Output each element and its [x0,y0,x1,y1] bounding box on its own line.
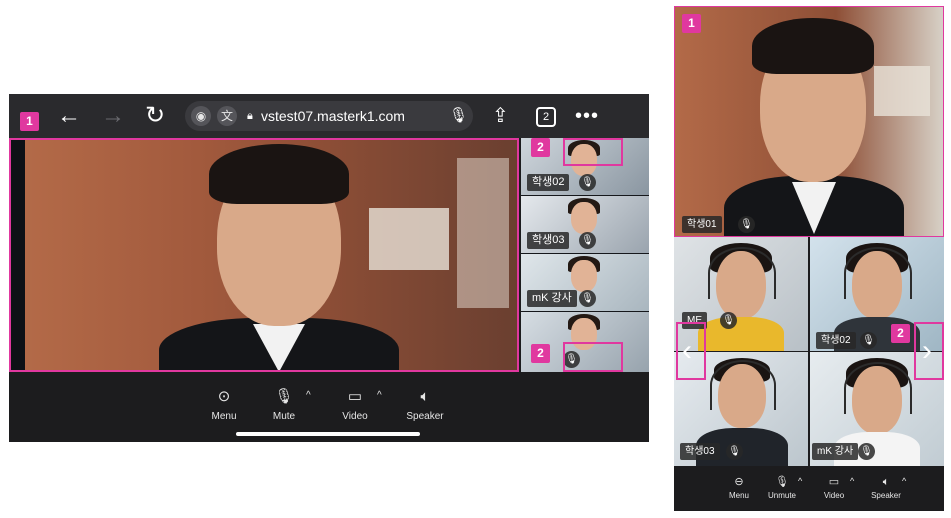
highlight-scroll-down [563,342,623,372]
microphone-icon[interactable]: 🎙︎ [449,101,468,131]
video-options-caret[interactable]: ^ [850,476,854,486]
mic-off-icon: 🎙︎ [579,174,596,191]
menu-button[interactable]: ⊖ Menu [716,476,762,501]
video-button[interactable]: ▭ Video [325,388,385,424]
speaker-icon: 🔈︎ [420,388,430,405]
video-options-caret[interactable]: ^ [377,390,382,401]
badge-2: 2 [531,344,550,363]
participant-strip[interactable]: 학생02 🎙︎ 학생03 🎙︎ mK 강사 🎙︎ 🎙︎ [521,138,649,372]
mic-off-icon: 🎙︎ [579,290,596,307]
highlight-main-video [9,138,519,372]
mute-options-caret[interactable]: ^ [798,476,802,486]
main-video[interactable] [9,138,519,372]
speaker-options-caret[interactable]: ^ [902,476,906,486]
participant-tile[interactable]: mK 강사 🎙︎ [521,254,649,311]
badge-2: 2 [531,138,550,157]
participant-name: mK 강사 [812,443,859,460]
badge-1: 1 [682,14,701,33]
speaker-button[interactable]: 🔈︎ Speaker [395,388,455,424]
participant-tile[interactable]: 학생03 🎙︎ [521,196,649,253]
mic-off-icon: 🎙︎ [726,443,743,460]
mic-off-icon: 🎙︎ [579,232,596,249]
mic-off-icon: 🎙︎ [860,332,877,349]
mute-options-caret[interactable]: ^ [306,390,311,401]
landscape-screenshot: ← → ↻ ◉ 文 🔒︎ vstest07.masterk1.com 🎙︎ ⇪ … [9,94,649,442]
browser-toolbar: ← → ↻ ◉ 文 🔒︎ vstest07.masterk1.com 🎙︎ ⇪ … [9,94,649,138]
badge-2: 2 [891,324,910,343]
badge-1: 1 [20,112,39,131]
microphone-icon: 🎙︎ [274,388,294,405]
participant-name: 학생02 [527,174,570,191]
url-text: vstest07.masterk1.com [261,108,405,124]
camera-icon: ▭ [347,388,363,405]
home-indicator [236,432,420,436]
participant-name: mK 강사 [527,290,577,307]
lock-icon: 🔒︎ [247,110,253,122]
menu-dots-icon: ⊙ [217,388,231,405]
mic-off-icon: 🎙︎ [720,312,737,329]
mute-button[interactable]: 🎙︎ Mute [254,388,314,424]
forward-icon[interactable]: → [101,94,125,138]
highlight-scroll-up [563,138,623,166]
main-video[interactable]: 학생01 🎙︎ [674,6,944,237]
participant-name: 학생03 [680,443,720,460]
menu-dots-icon: ⊖ [734,476,744,488]
participant-name: 학생02 [816,332,856,349]
address-bar[interactable]: ◉ 文 🔒︎ vstest07.masterk1.com 🎙︎ [185,101,473,131]
participant-name: 학생03 [527,232,570,249]
mic-off-icon: 🎙︎ [858,443,875,460]
highlight-main-video [674,6,944,237]
share-icon[interactable]: ⇪ [492,94,509,138]
translate-icon[interactable]: 文 [217,106,237,126]
menu-button[interactable]: ⊙ Menu [194,388,254,424]
chevron-right-icon[interactable]: › [922,336,932,366]
more-dots-icon[interactable]: ••• [575,94,599,138]
back-icon[interactable]: ← [57,94,81,138]
reload-icon[interactable]: ↻ [145,94,165,138]
tabs-button[interactable]: 2 [536,107,556,127]
private-mode-icon[interactable]: ◉ [191,106,211,126]
chevron-left-icon[interactable]: ‹ [682,336,692,366]
portrait-screenshot: 학생01 🎙︎ 1 ME 🎙︎ 학생02 🎙︎ 학생03 🎙︎ mK 강사 🎙︎… [674,6,944,511]
